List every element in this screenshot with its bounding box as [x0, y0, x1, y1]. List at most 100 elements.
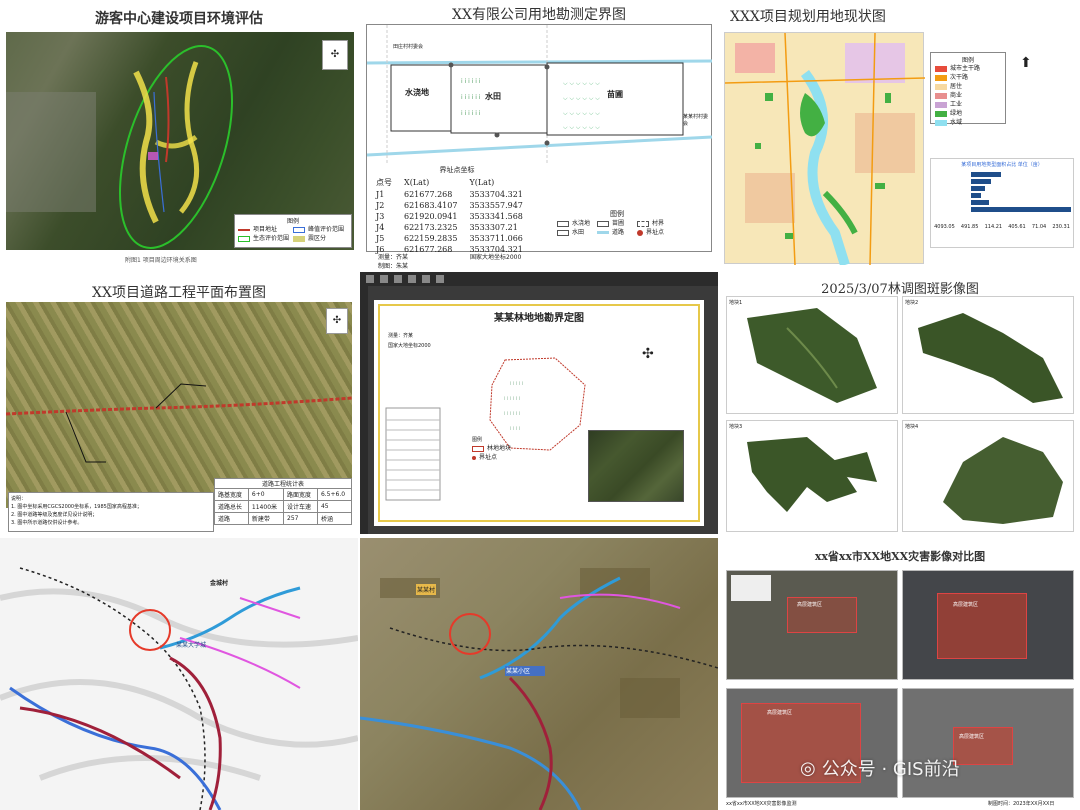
legend-item: 界址点 — [472, 453, 511, 462]
toolbar-icon[interactable] — [394, 275, 402, 283]
parcel-frame: 地块1 — [726, 296, 898, 414]
north-arrow-icon: ✣ — [322, 40, 348, 70]
page-border: 某某林地地勘界定图 测量：齐某 国家大地坐标2000 ⅰ ⅰ ⅰ ⅰ ⅰⅰ ⅰ … — [378, 304, 700, 522]
svg-text:ⅰ ⅰ ⅰ ⅰ ⅰ ⅰ: ⅰ ⅰ ⅰ ⅰ ⅰ ⅰ — [461, 110, 481, 117]
north-arrow-icon: ✣ — [326, 308, 348, 334]
highlight-zone — [937, 593, 1027, 659]
map-page: 某某林地地勘界定图 测量：齐某 国家大地坐标2000 ⅰ ⅰ ⅰ ⅰ ⅰⅰ ⅰ … — [374, 300, 704, 526]
legend-item: 水田 — [557, 228, 597, 237]
table-row: J5 622159.2835 3533711.066 — [376, 234, 523, 243]
crs-label: 国家大地坐标2000 — [470, 254, 522, 261]
legend-item: 村界 — [637, 219, 677, 228]
stats-table: 路基宽度 6+0 路面宽度 6.5+6.0 道路总长 11400米 设计车速 45 道路 新建… — [214, 488, 353, 525]
parcel-frame: 地块4 — [902, 420, 1074, 532]
svg-text:⌵ ⌵ ⌵ ⌵ ⌵ ⌵: ⌵ ⌵ ⌵ ⌵ ⌵ ⌵ — [563, 80, 600, 87]
chart-bars — [971, 172, 1071, 212]
legend-item: 生态评价范围 — [238, 234, 293, 243]
panel-road-layout: XX项目道路工程平面布置图 ✣ 说明： 1. 图中坐标采用CGCS2000坐标系… — [0, 272, 358, 534]
north-arrow-icon: ⬆ — [1020, 55, 1032, 71]
toolbar-icon[interactable] — [436, 275, 444, 283]
watermark: ◎ 公众号 · GIS前沿 — [800, 755, 960, 781]
panel-env-assessment: 游客中心建设项目环境评估 ✣ 图例 项目地址 峰值评价范围 生态评价范围 震区分… — [0, 0, 358, 270]
svg-text:⌵ ⌵ ⌵ ⌵ ⌵ ⌵: ⌵ ⌵ ⌵ ⌵ ⌵ ⌵ — [563, 110, 600, 117]
panel-route-satellite: 某某村 某某小区 — [360, 538, 718, 810]
parcel-frame: 地块2 — [902, 296, 1074, 414]
toolbar-icon[interactable] — [380, 275, 388, 283]
satellite-map: ✣ 图例 项目地址 峰值评价范围 生态评价范围 震区分 — [6, 32, 354, 250]
coord-table: 点号 X(Lat) Y(Lat) J1 621677.268 3533704.321 J… — [369, 175, 530, 256]
legend-item: 居住 — [935, 82, 1001, 91]
panel-route-relief: 金城村 某某大学城 — [0, 538, 358, 810]
parcel-shape — [943, 437, 1063, 524]
table-row: J3 621920.0941 3533341.568 — [376, 212, 523, 221]
parcel-shape — [747, 308, 877, 403]
legend-item: 界址点 — [637, 228, 677, 237]
zone-label: 高层建筑区 — [959, 734, 985, 740]
legend: 图例 水浇地 苗圃 村界 水田 道路 界址点 — [557, 209, 677, 245]
legend-item: 项目地址 — [238, 225, 293, 234]
place-label: 田庄村村委会 — [393, 44, 424, 50]
inset-map — [731, 575, 771, 601]
legend: 图例 项目地址 峰值评价范围 生态评价范围 震区分 — [234, 214, 352, 248]
note: 1. 图中坐标采用CGCS2000坐标系，1985国家高程基准； — [11, 504, 142, 510]
inset-satellite — [588, 430, 684, 502]
place-label: 某某村村委会 — [683, 114, 709, 127]
image-frame: 高层建筑区 — [726, 688, 898, 798]
road-notes: 说明： 1. 图中坐标采用CGCS2000坐标系，1985国家高程基准； 2. … — [8, 492, 214, 532]
toolbar-icon[interactable] — [366, 275, 374, 283]
chart-value: 405.61 — [1008, 224, 1026, 230]
image-frame: 高层建筑区 — [726, 570, 898, 680]
chart-value: 230.31 — [1052, 224, 1070, 230]
legend-item: 峰值评价范围 — [293, 225, 348, 234]
compass-icon: ✣ — [642, 346, 654, 362]
table-row: 道路总长 11400米 设计车速 45 — [214, 500, 353, 513]
coordinate-table: 界址点坐标 点号 X(Lat) Y(Lat) J1 621677.268 3533704… — [369, 165, 545, 256]
table-title: 界址点坐标 — [439, 166, 475, 174]
parcel-frame: 地块3 — [726, 420, 898, 532]
panel-title: 2025/3/07林调图斑影像图 — [821, 282, 979, 297]
chart-title: 某项目用地类型面积占比 单位（亩） — [961, 162, 1043, 168]
zone-label: 高层建筑区 — [767, 710, 793, 716]
legend-item: 工业 — [935, 100, 1001, 109]
legend-item: 商业 — [935, 91, 1001, 100]
chart-value: 71.04 — [1031, 224, 1047, 230]
panel-title: xx省xx市XX地XX灾害影像对比图 — [814, 550, 986, 563]
svg-text:⌵ ⌵ ⌵ ⌵ ⌵ ⌵: ⌵ ⌵ ⌵ ⌵ ⌵ ⌵ — [563, 124, 600, 131]
toolbar-icon[interactable] — [422, 275, 430, 283]
svg-text:ⅰ ⅰ ⅰ ⅰ ⅰ ⅰ: ⅰ ⅰ ⅰ ⅰ ⅰ ⅰ — [504, 411, 520, 417]
map-label: 某某大学城 — [176, 642, 207, 649]
panel-land-survey: XX有限公司用地勘测定界图 ⌵ ⌵ ⌵ ⌵ ⌵ ⌵ ⌵ ⌵ ⌵ ⌵ ⌵ ⌵ ⌵ ⌵ … — [360, 0, 718, 270]
area-label: 水田 — [485, 92, 501, 101]
area-label: 水浇地 — [405, 88, 429, 97]
watermark-text: 公众号 · GIS前沿 — [821, 759, 960, 780]
legend-title: 图例 — [286, 218, 299, 225]
note: 3. 图中所示道路仅供设计参考。 — [11, 520, 83, 526]
bar-chart: 某项目用地类型面积占比 单位（亩） 4093.05 491.85 114.21 … — [930, 158, 1074, 248]
legend-item: 次干路 — [935, 73, 1001, 82]
panel-title: XX有限公司用地勘测定界图 — [452, 7, 626, 23]
legend-item: 林地地块 — [472, 444, 511, 453]
note: 说明： — [11, 496, 27, 502]
footer-label: 制图时间：2023年XX月XX日 — [988, 801, 1055, 807]
zone-label: 高层建筑区 — [797, 602, 823, 608]
chart-value: 4093.05 — [934, 224, 955, 230]
panel-forest-survey-app: 某某林地地勘界定图 测量：齐某 国家大地坐标2000 ⅰ ⅰ ⅰ ⅰ ⅰⅰ ⅰ … — [360, 272, 718, 534]
svg-text:ⅰ ⅰ ⅰ ⅰ: ⅰ ⅰ ⅰ ⅰ — [510, 426, 520, 432]
note: 2. 图中道路等级及宽度详见设计说明； — [11, 512, 98, 518]
parcel-label: 地块3 — [729, 424, 743, 430]
table-row: J4 622173.2325 3533307.21 — [376, 223, 518, 232]
legend-item: 水浇地 — [557, 219, 597, 228]
chart-value: 491.85 — [960, 224, 979, 230]
chart-value: 114.21 — [984, 224, 1003, 230]
survey-frame: ⌵ ⌵ ⌵ ⌵ ⌵ ⌵ ⌵ ⌵ ⌵ ⌵ ⌵ ⌵ ⌵ ⌵ ⌵ ⌵ ⌵ ⌵ ⌵ ⌵ ⌵ ⌵… — [366, 24, 713, 254]
legend-title: 图例 — [610, 210, 624, 218]
app-sidebar[interactable] — [360, 286, 368, 534]
parcel-shape — [918, 313, 1063, 403]
panel-title: XX项目道路工程平面布置图 — [92, 285, 266, 301]
swatch — [935, 65, 947, 72]
legend-item: 水域 — [935, 118, 1001, 127]
svg-text:ⅰ ⅰ ⅰ ⅰ ⅰ ⅰ: ⅰ ⅰ ⅰ ⅰ ⅰ ⅰ — [504, 396, 520, 402]
legend-title: 图例 — [961, 57, 974, 64]
toolbar-icon[interactable] — [408, 275, 416, 283]
svg-text:ⅰ ⅰ ⅰ ⅰ ⅰ ⅰ: ⅰ ⅰ ⅰ ⅰ ⅰ ⅰ — [461, 78, 481, 85]
